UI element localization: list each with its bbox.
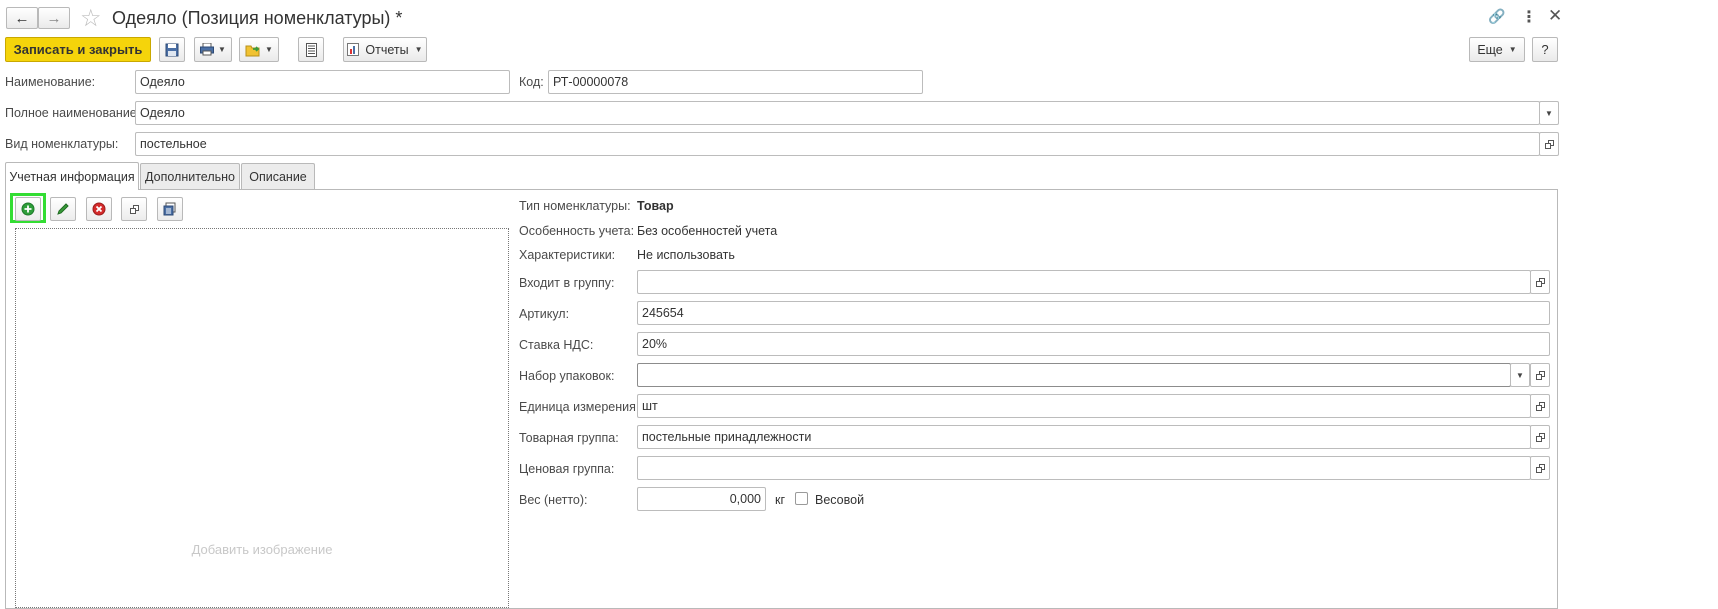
packages-label: Набор упаковок:	[519, 369, 615, 383]
help-button[interactable]: ?	[1532, 37, 1558, 62]
help-label: ?	[1541, 42, 1549, 57]
kind-label: Вид номенклатуры:	[5, 137, 119, 151]
weight-unit: кг	[775, 493, 786, 507]
full-name-dropdown-button[interactable]: ▼	[1539, 101, 1559, 125]
arrow-left-icon: ←	[14, 9, 30, 27]
full-name-label: Полное наименование:	[5, 106, 141, 120]
price-group-label: Ценовая группа:	[519, 462, 615, 476]
save-and-close-button[interactable]: Записать и закрыть	[5, 37, 151, 62]
delete-image-button[interactable]	[86, 197, 112, 221]
create-based-on-button[interactable]: ▼	[239, 37, 279, 62]
kind-field[interactable]: постельное	[135, 132, 1540, 156]
star-icon[interactable]: ☆	[80, 4, 102, 33]
save-and-close-label: Записать и закрыть	[13, 42, 143, 57]
folder-arrow-icon	[245, 45, 260, 56]
open-window-icon	[129, 204, 139, 214]
feature-value: Без особенностей учета	[637, 224, 778, 238]
tab-accounting-info[interactable]: Учетная информация	[5, 162, 139, 190]
goods-group-open-button[interactable]	[1530, 425, 1550, 449]
type-label: Тип номенклатуры:	[519, 199, 631, 213]
feature-label: Особенность учета:	[519, 224, 635, 238]
list-document-icon	[305, 42, 317, 57]
more-vertical-icon[interactable]: ⋮	[1521, 7, 1537, 27]
weight-field[interactable]: 0,000	[637, 487, 766, 511]
group-open-button[interactable]	[1530, 270, 1550, 294]
document-list-button[interactable]	[298, 37, 324, 62]
delete-circle-icon	[92, 202, 106, 216]
chevron-down-icon: ▼	[414, 45, 423, 54]
tab-label: Описание	[249, 170, 307, 184]
packages-dropdown-button[interactable]: ▼	[1510, 363, 1530, 387]
weighted-checkbox[interactable]	[795, 492, 808, 505]
reports-label: Отчеты	[365, 42, 409, 57]
chevron-down-icon: ▼	[218, 45, 226, 54]
goods-group-field[interactable]: постельные принадлежности	[637, 425, 1531, 449]
name-label: Наименование:	[5, 75, 96, 89]
chevron-down-icon: ▼	[1508, 45, 1517, 54]
packages-open-button[interactable]	[1530, 363, 1550, 387]
chevron-down-icon: ▼	[1516, 370, 1524, 380]
reports-button[interactable]: Отчеты ▼	[343, 37, 427, 62]
article-label: Артикул:	[519, 307, 570, 321]
page-title: Одеяло (Позиция номенклатуры) *	[112, 8, 403, 28]
open-window-icon	[1535, 277, 1545, 287]
add-image-button[interactable]	[15, 197, 41, 221]
tab-active-cover	[6, 187, 138, 191]
chevron-down-icon: ▼	[1545, 108, 1553, 118]
code-field[interactable]: РТ-00000078	[548, 70, 923, 94]
unit-open-button[interactable]	[1530, 394, 1550, 418]
price-group-field[interactable]	[637, 456, 1531, 480]
tab-description[interactable]: Описание	[241, 163, 315, 190]
open-window-icon	[1535, 432, 1545, 442]
open-window-icon	[1535, 401, 1545, 411]
open-window-icon	[1535, 463, 1545, 473]
weight-label: Вес (нетто):	[519, 493, 588, 507]
printer-icon	[200, 43, 215, 56]
tab-additional[interactable]: Дополнительно	[140, 163, 240, 190]
more-button[interactable]: Еще ▼	[1469, 37, 1525, 62]
group-field[interactable]	[637, 270, 1531, 294]
image-area[interactable]: Добавить изображение	[15, 228, 509, 608]
open-window-icon	[1544, 139, 1554, 149]
article-field[interactable]: 245654	[637, 301, 1550, 325]
back-button[interactable]: ←	[6, 7, 38, 29]
group-label: Входит в группу:	[519, 276, 615, 290]
type-value: Товар	[637, 199, 674, 213]
weighted-label: Весовой	[815, 493, 865, 507]
open-window-icon	[1535, 370, 1545, 380]
pencil-icon	[57, 203, 69, 215]
floppy-icon	[165, 43, 179, 56]
unit-field[interactable]: шт	[637, 394, 1531, 418]
unit-label: Единица измерения:	[519, 400, 640, 414]
image-placeholder-text: Добавить изображение	[191, 542, 333, 557]
forward-button[interactable]: →	[38, 7, 70, 29]
kind-open-button[interactable]	[1539, 132, 1559, 156]
name-field[interactable]: Одеяло	[135, 70, 510, 94]
print-button[interactable]: ▼	[194, 37, 232, 62]
open-image-button[interactable]	[121, 197, 147, 221]
plus-circle-icon	[21, 202, 35, 216]
price-group-open-button[interactable]	[1530, 456, 1550, 480]
image-list-button[interactable]	[157, 197, 183, 221]
packages-field[interactable]	[637, 363, 1511, 387]
full-name-field[interactable]: Одеяло	[135, 101, 1540, 125]
vat-label: Ставка НДС:	[519, 338, 594, 352]
stack-list-icon	[163, 202, 176, 216]
more-label: Еще	[1477, 42, 1503, 57]
characteristics-label: Характеристики:	[519, 248, 616, 262]
goods-group-label: Товарная группа:	[519, 431, 619, 445]
characteristics-value: Не использовать	[637, 248, 735, 262]
tab-label: Дополнительно	[145, 170, 235, 184]
tab-label: Учетная информация	[9, 169, 135, 184]
code-label: Код:	[519, 75, 544, 89]
vat-field[interactable]: 20%	[637, 332, 1550, 356]
edit-image-button[interactable]	[50, 197, 76, 221]
report-chart-icon	[347, 43, 360, 56]
chevron-down-icon: ▼	[265, 45, 273, 54]
close-icon[interactable]: ✕	[1548, 6, 1562, 26]
link-icon[interactable]: 🔗	[1488, 8, 1505, 25]
save-button[interactable]	[159, 37, 185, 62]
arrow-right-icon: →	[46, 9, 62, 27]
